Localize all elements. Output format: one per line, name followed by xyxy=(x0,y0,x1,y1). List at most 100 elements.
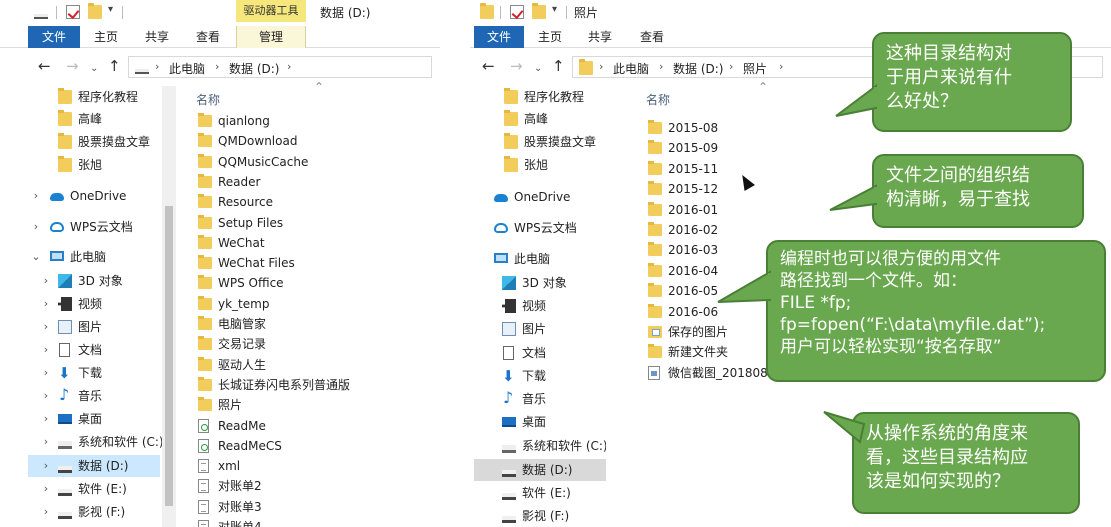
breadcrumb-separator-icon[interactable]: › xyxy=(659,60,663,73)
tab-manage[interactable]: 管理 xyxy=(236,26,306,48)
file-row[interactable]: ReadMeCS xyxy=(196,436,440,456)
expand-chevron-icon[interactable]: › xyxy=(40,385,52,407)
tab-file[interactable]: 文件 xyxy=(28,26,80,48)
sidebar-item-desktop[interactable]: › 桌面 xyxy=(28,408,160,430)
file-row[interactable]: yk_temp xyxy=(196,294,440,314)
navigation-pane-scrollbar[interactable] xyxy=(606,86,620,527)
quick-access-toolbar-dropdown-icon[interactable]: ▾ xyxy=(108,4,113,15)
sidebar-item-quick-2[interactable]: 高峰 xyxy=(474,108,606,130)
sidebar-item-videos[interactable]: › 视频 xyxy=(28,293,160,315)
file-row[interactable]: 照片 xyxy=(196,395,440,415)
sidebar-item-this-pc[interactable]: 此电脑 xyxy=(474,248,606,270)
tab-share[interactable]: 共享 xyxy=(145,26,169,48)
sidebar-item-3d-objects[interactable]: › 3D 对象 xyxy=(28,270,160,292)
sidebar-item-drive-e[interactable]: 软件 (E:) xyxy=(474,482,606,504)
new-folder-icon[interactable] xyxy=(532,3,546,19)
sidebar-item-quick-3[interactable]: 股票摸盘文章 xyxy=(474,131,606,153)
properties-icon[interactable] xyxy=(510,5,524,19)
sidebar-item-quick-2[interactable]: 高峰 xyxy=(28,108,160,130)
back-arrow-icon[interactable]: ← xyxy=(482,57,495,75)
breadcrumb-this-pc[interactable]: 此电脑 xyxy=(169,60,205,77)
file-row[interactable]: 对账单2 xyxy=(196,476,440,496)
file-row[interactable]: qianlong xyxy=(196,111,440,131)
sidebar-item-onedrive[interactable]: OneDrive xyxy=(474,186,606,208)
breadcrumb-separator-icon[interactable]: › xyxy=(215,60,219,73)
recent-locations-chevron-icon[interactable]: ⌄ xyxy=(90,60,98,78)
sidebar-item-onedrive[interactable]: › OneDrive xyxy=(28,185,160,207)
new-folder-icon[interactable] xyxy=(88,3,102,19)
sidebar-item-drive-d[interactable]: 数据 (D:) xyxy=(474,459,606,481)
sidebar-item-wps[interactable]: WPS云文档 xyxy=(474,217,606,239)
breadcrumb-separator-icon[interactable]: › xyxy=(729,60,733,73)
expand-chevron-icon[interactable]: › xyxy=(40,408,52,430)
sidebar-item-pictures[interactable]: 图片 xyxy=(474,318,606,340)
sidebar-item-documents[interactable]: › 文档 xyxy=(28,339,160,361)
sidebar-item-wps[interactable]: › WPS云文档 xyxy=(28,216,160,238)
scrollbar-thumb[interactable] xyxy=(165,206,173,506)
tab-view[interactable]: 查看 xyxy=(196,26,220,48)
file-row[interactable]: QMDownload xyxy=(196,131,440,151)
file-row[interactable]: Resource xyxy=(196,192,440,212)
expand-chevron-icon[interactable]: › xyxy=(40,362,52,384)
sidebar-item-downloads[interactable]: 下载 xyxy=(474,365,606,387)
forward-arrow-icon[interactable]: → xyxy=(510,57,523,75)
column-header-name[interactable]: 名称 xyxy=(646,91,670,108)
up-arrow-icon[interactable]: ↑ xyxy=(108,57,121,75)
navigation-pane-scrollbar[interactable] xyxy=(162,86,176,527)
expand-chevron-icon[interactable]: › xyxy=(40,316,52,338)
sidebar-item-drive-d[interactable]: › 数据 (D:) xyxy=(28,455,160,477)
tab-home[interactable]: 主页 xyxy=(94,26,118,48)
sidebar-item-pictures[interactable]: › 图片 xyxy=(28,316,160,338)
collapse-chevron-icon[interactable]: ⌄ xyxy=(30,246,42,268)
expand-chevron-icon[interactable]: › xyxy=(40,478,52,500)
sidebar-item-drive-f[interactable]: › 影视 (F:) xyxy=(28,501,160,523)
sidebar-item-documents[interactable]: 文档 xyxy=(474,342,606,364)
file-row[interactable]: 交易记录 xyxy=(196,334,440,354)
tab-file[interactable]: 文件 xyxy=(474,26,524,48)
sidebar-item-videos[interactable]: 视频 xyxy=(474,295,606,317)
sidebar-item-quick-4[interactable]: 张旭 xyxy=(474,154,606,176)
expand-chevron-icon[interactable]: › xyxy=(40,455,52,477)
file-row[interactable]: WeChat xyxy=(196,233,440,253)
breadcrumb-drive-d[interactable]: 数据 (D:) xyxy=(673,60,723,77)
file-row[interactable]: xml xyxy=(196,456,440,476)
sidebar-item-3d-objects[interactable]: 3D 对象 xyxy=(474,272,606,294)
file-row[interactable]: ReadMe xyxy=(196,416,440,436)
breadcrumb-separator-icon[interactable]: › xyxy=(287,60,291,73)
tab-home[interactable]: 主页 xyxy=(538,26,562,48)
forward-arrow-icon[interactable]: → xyxy=(66,57,79,75)
tab-view[interactable]: 查看 xyxy=(640,26,664,48)
sidebar-item-music[interactable]: 音乐 xyxy=(474,387,606,410)
expand-chevron-icon[interactable]: › xyxy=(40,293,52,315)
file-row[interactable]: Setup Files xyxy=(196,213,440,233)
file-row[interactable]: 长城证券闪电系列普通版 xyxy=(196,375,440,395)
sidebar-item-drive-c[interactable]: 系统和软件 (C:) xyxy=(474,435,608,457)
sidebar-item-music[interactable]: › 音乐 xyxy=(28,384,160,407)
expand-chevron-icon[interactable]: › xyxy=(40,339,52,361)
file-row[interactable]: WPS Office xyxy=(196,273,440,293)
file-row[interactable]: 驱动人生 xyxy=(196,355,440,375)
sidebar-item-this-pc[interactable]: ⌄ 此电脑 xyxy=(28,246,160,268)
file-row[interactable]: QQMusicCache xyxy=(196,152,440,172)
breadcrumb-separator-icon[interactable]: › xyxy=(779,60,783,73)
tab-share[interactable]: 共享 xyxy=(588,26,612,48)
back-arrow-icon[interactable]: ← xyxy=(38,57,51,75)
breadcrumb-separator-icon[interactable]: › xyxy=(599,60,603,73)
expand-chevron-icon[interactable]: › xyxy=(40,431,52,453)
sidebar-item-quick-4[interactable]: 张旭 xyxy=(28,154,160,176)
expand-chevron-icon[interactable]: › xyxy=(30,185,42,207)
expand-chevron-icon[interactable]: › xyxy=(40,501,52,523)
breadcrumb-this-pc[interactable]: 此电脑 xyxy=(613,60,649,77)
sidebar-item-downloads[interactable]: › 下载 xyxy=(28,362,160,384)
breadcrumb-separator-icon[interactable]: › xyxy=(155,60,159,73)
sidebar-item-drive-c[interactable]: › 系统和软件 (C:) xyxy=(28,431,164,453)
breadcrumb-drive-d[interactable]: 数据 (D:) xyxy=(229,60,279,77)
sidebar-item-quick-1[interactable]: 程序化教程 xyxy=(28,86,160,108)
sidebar-item-quick-1[interactable]: 程序化教程 xyxy=(474,86,606,108)
address-bar[interactable]: › 此电脑 › 数据 (D:) › xyxy=(128,56,432,78)
sidebar-item-quick-3[interactable]: 股票摸盘文章 xyxy=(28,131,160,153)
sidebar-item-drive-e[interactable]: › 软件 (E:) xyxy=(28,478,160,500)
up-arrow-icon[interactable]: ↑ xyxy=(552,57,565,75)
file-row[interactable]: 对账单4 xyxy=(196,517,440,527)
sidebar-item-desktop[interactable]: 桌面 xyxy=(474,411,606,433)
